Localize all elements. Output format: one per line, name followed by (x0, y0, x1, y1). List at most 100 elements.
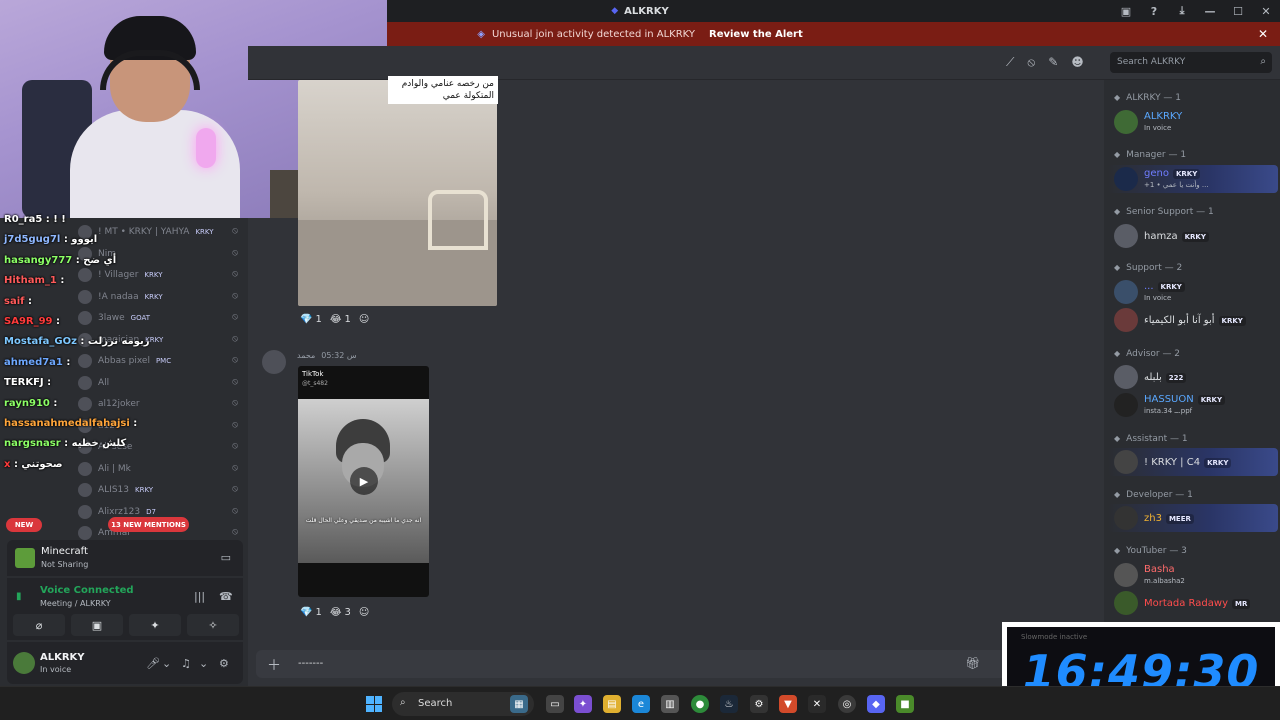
chrome-icon[interactable]: ● (691, 695, 709, 713)
voice-member-name: ! Villager (98, 270, 139, 280)
laugh-icon: 😂 (329, 607, 342, 618)
member-name-text: ... (1144, 281, 1154, 292)
message-composer[interactable]: ＋ ------- 🎁︎ (256, 650, 1016, 678)
close-button[interactable]: ✕ (1252, 0, 1280, 22)
noise-suppression-icon[interactable]: ||| (194, 590, 205, 603)
member-item[interactable]: HASSUON KRKY insta.ــ 34.ppf (1108, 391, 1278, 419)
close-icon[interactable]: ✕ (1258, 27, 1268, 41)
windows-start-icon[interactable] (366, 696, 382, 712)
alert-text: Unusual join activity detected in ALKRKY (491, 28, 695, 40)
gear-icon[interactable]: ⚙ (750, 695, 768, 713)
member-name-text: zh3 (1144, 513, 1162, 524)
camera-off-icon[interactable]: ⌀ (13, 614, 65, 636)
message-author[interactable]: محمد (297, 351, 315, 360)
member-item[interactable]: أبو آنا أبو الكيمياء KRKY (1108, 306, 1278, 334)
member-item[interactable]: zh3 MEER (1108, 504, 1278, 532)
member-item[interactable]: ! KRKY | C4 KRKY (1108, 448, 1278, 476)
screen-share-icon[interactable]: ▣ (71, 614, 123, 636)
pin-icon[interactable]: ✎ (1048, 55, 1058, 70)
avatar[interactable] (13, 652, 35, 674)
reaction-laugh[interactable]: 😂 3 (330, 607, 351, 618)
avatar (78, 397, 92, 411)
member-item[interactable]: hamza KRKY (1108, 222, 1278, 250)
help-icon[interactable]: ? (1140, 0, 1168, 22)
member-item[interactable]: Basha m.albasha2 (1108, 561, 1278, 589)
chevron-down-icon[interactable]: ⌄ (199, 657, 208, 670)
microphone-icon[interactable]: 🎤︎ (146, 657, 160, 670)
signal-icon[interactable]: ▮ (16, 591, 22, 602)
threads-icon[interactable]: ⟋ (1006, 55, 1014, 70)
maximize-button[interactable]: ☐ (1224, 0, 1252, 22)
reaction-diamond[interactable]: 💎 1 (300, 314, 322, 325)
voice-member[interactable]: ! MT • KRKY | YAHYA KRKY ⦸ (78, 222, 244, 242)
widgets-icon[interactable]: ▦ (510, 695, 528, 713)
member-item[interactable]: ... KRKY In voice (1108, 278, 1278, 306)
composer-text[interactable]: ------- (298, 658, 323, 669)
voice-member[interactable]: Abbas pixel PMC ⦸ (78, 351, 244, 371)
stream-icon[interactable]: ▭ (221, 551, 231, 564)
copilot-icon[interactable]: ✦ (574, 695, 592, 713)
minimize-button[interactable]: — (1196, 0, 1224, 22)
obs-icon[interactable]: ◎ (838, 695, 856, 713)
role-icon: ◆ (1114, 93, 1121, 102)
member-item[interactable]: بلبله 222 (1108, 363, 1278, 391)
members-icon[interactable]: ☻ (1071, 55, 1084, 70)
mute-icon[interactable]: ⦸ (1027, 55, 1035, 70)
chat-text: : (60, 275, 65, 287)
diamond-icon: 💎 (300, 607, 313, 618)
disconnect-icon[interactable]: ☎ (219, 590, 233, 603)
voice-member[interactable]: al12joker ⦸ (78, 394, 244, 414)
member-item[interactable]: geno KRKY +1 • وأنت يا عمي ... (1108, 165, 1278, 193)
add-reaction-icon[interactable]: ☺ (359, 314, 369, 325)
minecraft-icon[interactable]: ■ (896, 695, 914, 713)
discord-icon[interactable]: ◆ (867, 695, 885, 713)
member-name: بلبله 222 (1144, 372, 1187, 383)
role-label: Manager — 1 (1126, 150, 1187, 160)
reaction-diamond[interactable]: 💎 1 (300, 607, 322, 618)
soundboard-icon[interactable]: ✧ (187, 614, 239, 636)
activities-icon[interactable]: ✦ (129, 614, 181, 636)
file-explorer-icon[interactable]: ▤ (603, 695, 621, 713)
play-icon[interactable]: ▶ (350, 467, 378, 495)
headphones-icon[interactable]: ♫ (181, 657, 191, 670)
chat-username: x (4, 458, 14, 470)
chevron-down-icon[interactable]: ⌄ (162, 657, 171, 670)
voice-member[interactable]: ! Villager KRKY ⦸ (78, 265, 244, 285)
avatar[interactable] (262, 350, 286, 374)
gear-icon[interactable]: ⚙ (219, 657, 229, 670)
edge-icon[interactable]: e (632, 695, 650, 713)
voice-member[interactable]: !A nadaa KRKY ⦸ (78, 287, 244, 307)
brave-icon[interactable]: ▼ (779, 695, 797, 713)
reaction-laugh[interactable]: 😂 1 (330, 314, 351, 325)
message-image[interactable] (298, 80, 497, 306)
voice-connected-label[interactable]: Voice Connected (40, 585, 134, 596)
download-icon[interactable]: ⤓ (1168, 0, 1196, 22)
reaction-count: 1 (315, 314, 322, 325)
task-view-icon[interactable]: ▭ (546, 695, 564, 713)
review-alert-link[interactable]: Review the Alert (709, 29, 803, 40)
search-input[interactable]: Search ALKRKY ⌕ (1110, 52, 1272, 73)
member-item[interactable]: ALKRKY In voice (1108, 108, 1278, 136)
voice-member[interactable]: Ali | Mk ⦸ (78, 459, 244, 479)
voice-member[interactable]: 3lawe GOAT ⦸ (78, 308, 244, 328)
capcut-icon[interactable]: ✕ (808, 695, 826, 713)
steam-icon[interactable]: ♨ (720, 695, 738, 713)
chat-username: Mostafa_GOz (4, 336, 81, 348)
voice-member[interactable]: ALIS13 KRKY ⦸ (78, 480, 244, 500)
voice-member[interactable]: All ⦸ (78, 373, 244, 393)
new-pill[interactable]: NEW (6, 518, 42, 532)
tiktok-embed[interactable]: TikTok @t_s482 ▶ انه جدي ما اشيبه من صدي… (298, 366, 429, 597)
store-icon[interactable]: ▥ (661, 695, 679, 713)
inbox-icon[interactable]: ▣ (1112, 0, 1140, 22)
username[interactable]: ALKRKY (40, 652, 85, 663)
plus-icon[interactable]: ＋ (267, 655, 281, 675)
new-mentions-pill[interactable]: 13 NEW MENTIONS (108, 517, 189, 532)
gift-icon[interactable]: 🎁︎ (965, 656, 980, 670)
voice-member-name: 3lawe (98, 313, 125, 323)
chat-username: hassanahmedalfahajsi (4, 418, 134, 429)
avatar (1114, 591, 1138, 615)
voice-channel-label[interactable]: Meeting / ALKRKY (40, 599, 111, 608)
chat-username: SA9R_99 (4, 316, 56, 327)
member-item[interactable]: Mortada Radawy MR (1108, 589, 1278, 617)
add-reaction-icon[interactable]: ☺ (359, 607, 369, 618)
